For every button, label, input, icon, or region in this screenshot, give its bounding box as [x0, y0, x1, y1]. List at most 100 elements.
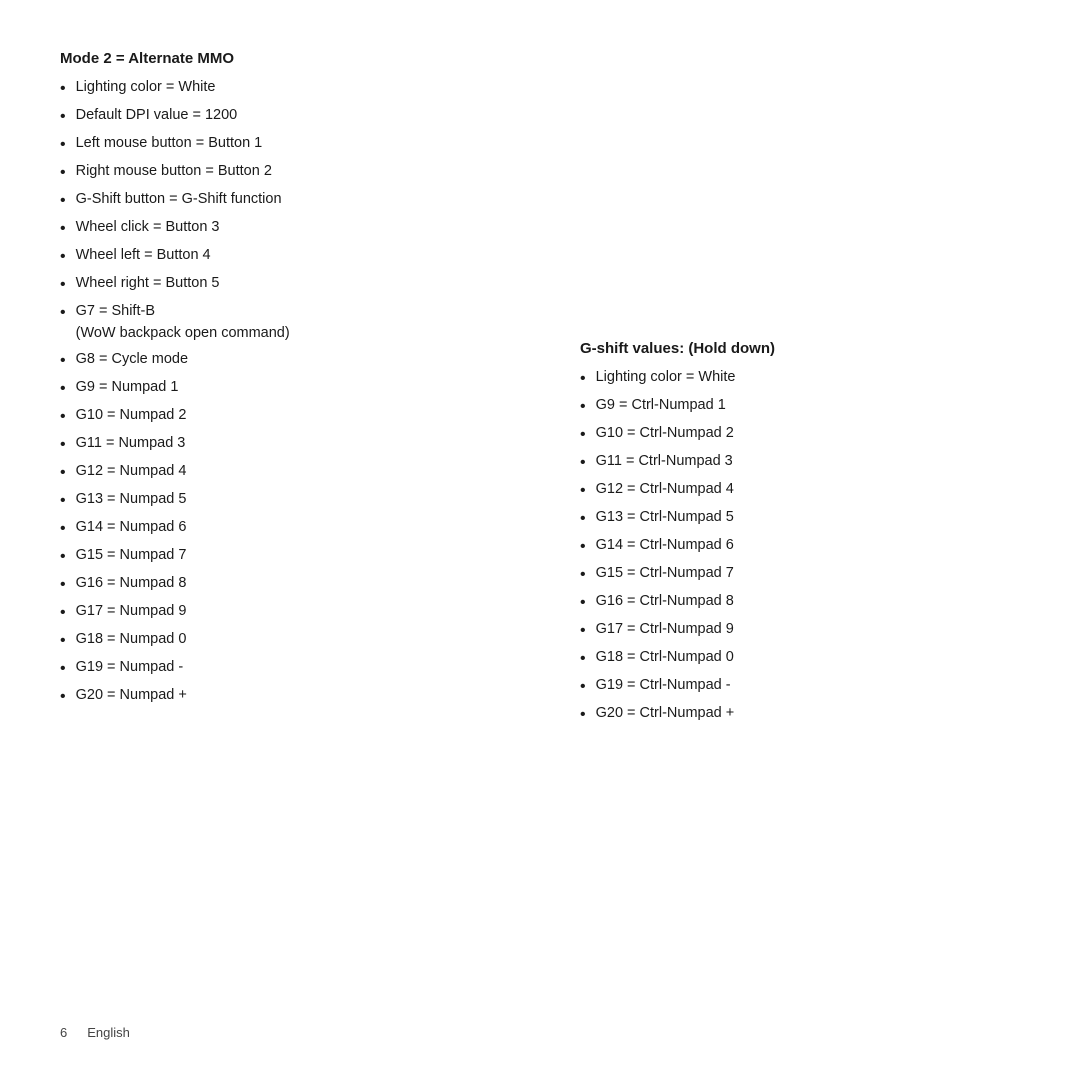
item-text: G19 = Ctrl-Numpad -: [596, 675, 731, 697]
list-item: •Wheel right = Button 5: [60, 273, 540, 297]
list-item: • G17 = Ctrl-Numpad 9: [580, 619, 1020, 643]
bullet-icon: •: [60, 685, 66, 709]
bullet-icon: •: [60, 349, 66, 373]
bullet-icon: •: [580, 647, 586, 671]
main-area: Mode 2 = Alternate MMO • Lighting color =…: [60, 40, 1020, 1005]
item-text: G15 = Ctrl-Numpad 7: [596, 563, 734, 585]
bullet-icon: •: [580, 675, 586, 699]
item-text: G17 = Ctrl-Numpad 9: [596, 619, 734, 641]
footer-language: English: [87, 1025, 130, 1040]
bullet-icon: •: [60, 133, 66, 157]
bullet-icon: •: [580, 535, 586, 559]
item-text: G9 = Numpad 1: [76, 377, 179, 399]
footer: 6 English: [60, 1005, 1020, 1040]
item-text: G20 = Ctrl-Numpad +: [596, 703, 735, 725]
list-item: • G12 = Numpad 4: [60, 461, 540, 485]
list-item: • Left mouse button = Button 1: [60, 133, 540, 157]
item-text: G12 = Ctrl-Numpad 4: [596, 479, 734, 501]
item-text: Wheel click = Button 3: [76, 217, 220, 239]
right-bullet-list: • Lighting color = White • G9 = Ctrl-Numpad…: [580, 367, 1020, 727]
item-text: G-Shift button = G-Shift function: [76, 189, 282, 211]
list-item: • G20 = Numpad +: [60, 685, 540, 709]
list-item: • G19 = Ctrl-Numpad -: [580, 675, 1020, 699]
list-item: •G10 = Ctrl-Numpad 2: [580, 423, 1020, 447]
list-item: • Lighting color = White: [580, 367, 1020, 391]
page-content: Mode 2 = Alternate MMO • Lighting color =…: [0, 0, 1080, 1080]
item-text: G18 = Numpad 0: [76, 629, 187, 651]
right-section-title: G-shift values: (Hold down): [580, 340, 1020, 357]
bullet-icon: •: [580, 395, 586, 419]
list-item: •G14 = Ctrl-Numpad 6: [580, 535, 1020, 559]
item-text: G20 = Numpad +: [76, 685, 187, 707]
bullet-icon: •: [60, 217, 66, 241]
list-item: • G20 = Ctrl-Numpad +: [580, 703, 1020, 727]
item-text: Lighting color = White: [596, 367, 736, 389]
item-text: Wheel left = Button 4: [76, 245, 211, 267]
item-text: G8 = Cycle mode: [76, 349, 188, 371]
item-sub-text: (WoW backpack open command): [76, 323, 290, 345]
left-section-title: Mode 2 = Alternate MMO: [60, 50, 540, 67]
item-text: G11 = Ctrl-Numpad 3: [596, 451, 733, 473]
bullet-icon: •: [580, 591, 586, 615]
bullet-icon: •: [580, 367, 586, 391]
list-item: • G18 = Numpad 0: [60, 629, 540, 653]
item-text: G18 = Ctrl-Numpad 0: [596, 647, 734, 669]
bullet-icon: •: [60, 573, 66, 597]
list-item: • G18 = Ctrl-Numpad 0: [580, 647, 1020, 671]
bullet-icon: •: [60, 245, 66, 269]
item-text: G16 = Ctrl-Numpad 8: [596, 591, 734, 613]
list-item: • Default DPI value = 1200: [60, 105, 540, 129]
left-bullet-list: • Lighting color = White • Default DPI valu…: [60, 77, 540, 709]
bullet-icon: •: [580, 703, 586, 727]
item-text: G9 = Ctrl-Numpad 1: [596, 395, 726, 417]
bullet-icon: •: [60, 629, 66, 653]
bullet-icon: •: [60, 601, 66, 625]
bullet-icon: •: [580, 563, 586, 587]
list-item: • G19 = Numpad -: [60, 657, 540, 681]
bullet-icon: •: [60, 161, 66, 185]
list-item: • G16 = Ctrl-Numpad 8: [580, 591, 1020, 615]
item-text: G12 = Numpad 4: [76, 461, 187, 483]
bullet-icon: •: [580, 479, 586, 503]
bullet-icon: •: [60, 77, 66, 101]
list-item: • Wheel click = Button 3: [60, 217, 540, 241]
item-text: G7 = Shift-B(WoW backpack open command): [76, 301, 290, 345]
list-item: • G9 = Ctrl-Numpad 1: [580, 395, 1020, 419]
list-item: •G13 = Ctrl-Numpad 5: [580, 507, 1020, 531]
list-item: • Lighting color = White: [60, 77, 540, 101]
item-text: Default DPI value = 1200: [76, 105, 238, 127]
item-text: G10 = Ctrl-Numpad 2: [596, 423, 734, 445]
list-item: •G17 = Numpad 9: [60, 601, 540, 625]
bullet-icon: •: [60, 517, 66, 541]
list-item: •G11 = Ctrl-Numpad 3: [580, 451, 1020, 475]
item-text: Left mouse button = Button 1: [76, 133, 263, 155]
item-text: G11 = Numpad 3: [76, 433, 186, 455]
list-item: • Wheel left = Button 4: [60, 245, 540, 269]
item-text: Lighting color = White: [76, 77, 216, 99]
item-text: G14 = Numpad 6: [76, 517, 187, 539]
footer-page-number: 6: [60, 1025, 67, 1040]
bullet-icon: •: [580, 507, 586, 531]
item-text: G19 = Numpad -: [76, 657, 184, 679]
bullet-icon: •: [60, 433, 66, 457]
list-item: • G8 = Cycle mode: [60, 349, 540, 373]
item-text: G16 = Numpad 8: [76, 573, 187, 595]
bullet-icon: •: [60, 377, 66, 401]
bullet-icon: •: [60, 301, 66, 325]
bullet-icon: •: [60, 405, 66, 429]
list-item: •G10 = Numpad 2: [60, 405, 540, 429]
list-item: •Right mouse button = Button 2: [60, 161, 540, 185]
list-item: • G7 = Shift-B(WoW backpack open command): [60, 301, 540, 345]
item-text: G15 = Numpad 7: [76, 545, 187, 567]
bullet-icon: •: [580, 619, 586, 643]
item-text: G13 = Numpad 5: [76, 489, 187, 511]
bullet-icon: •: [60, 461, 66, 485]
bullet-icon: •: [60, 545, 66, 569]
bullet-icon: •: [60, 105, 66, 129]
bullet-icon: •: [60, 657, 66, 681]
right-column: G-shift values: (Hold down) • Lighting co…: [540, 40, 1020, 1005]
list-item: • G15 = Ctrl-Numpad 7: [580, 563, 1020, 587]
list-item: • G15 = Numpad 7: [60, 545, 540, 569]
list-item: • G12 = Ctrl-Numpad 4: [580, 479, 1020, 503]
bullet-icon: •: [60, 273, 66, 297]
